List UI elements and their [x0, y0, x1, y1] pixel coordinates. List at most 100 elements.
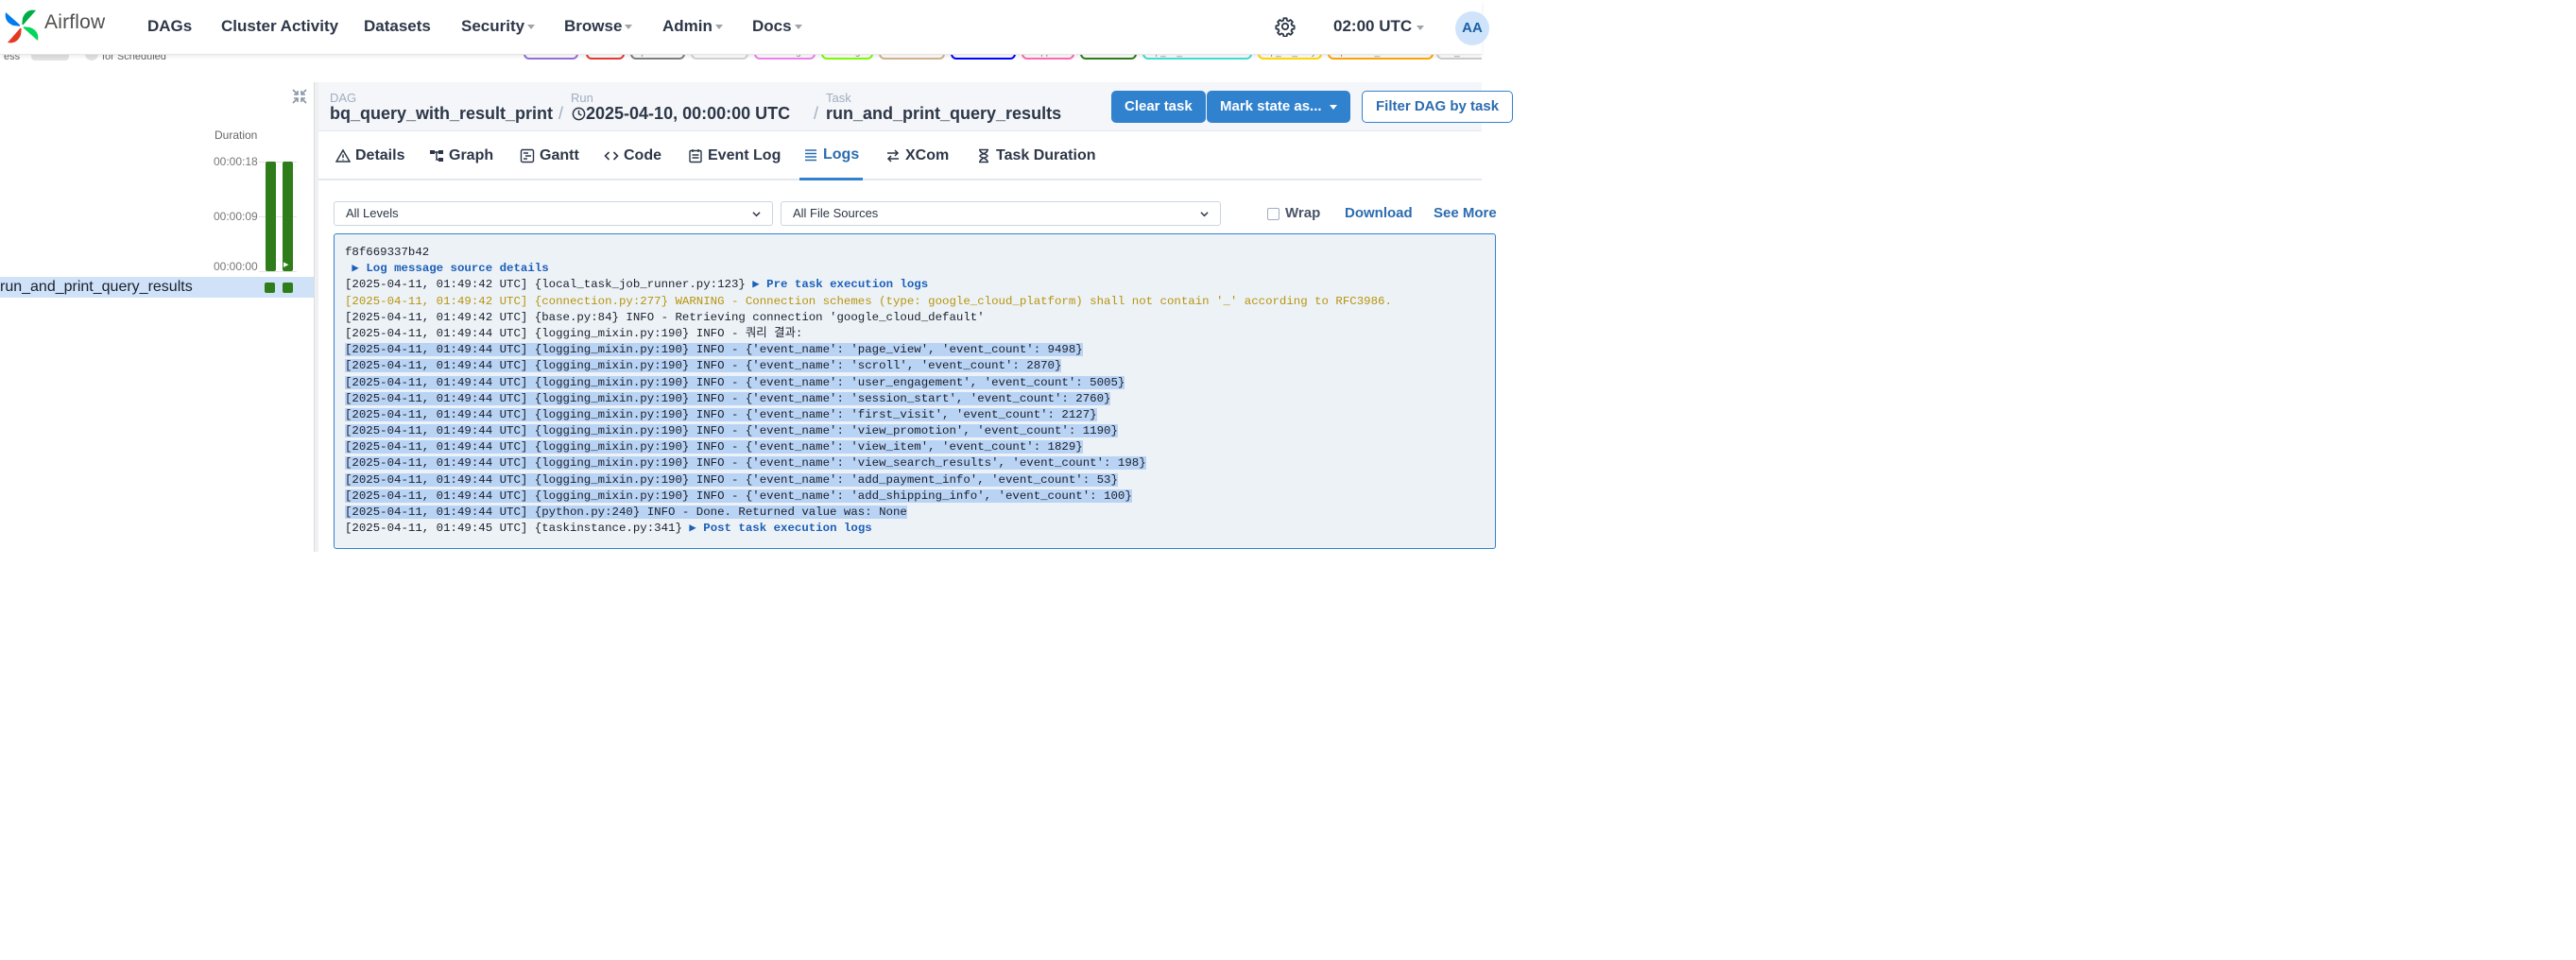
- log-line: [2025-04-11, 01:49:44 UTC] {logging_mixi…: [345, 439, 1392, 455]
- log-line: [2025-04-11, 01:49:44 UTC] {logging_mixi…: [345, 375, 1392, 391]
- filter-dag-button[interactable]: Filter DAG by task: [1362, 91, 1514, 123]
- log-line: ▶ Log message source details: [345, 261, 1392, 277]
- log-line-text: [2025-04-11, 01:49:44 UTC] {logging_mixi…: [345, 489, 1132, 503]
- duration-bar[interactable]: [283, 162, 293, 271]
- log-level-select[interactable]: All Levels: [334, 201, 773, 226]
- task-row[interactable]: run_and_print_query_results: [0, 277, 314, 298]
- log-line: [2025-04-11, 01:49:44 UTC] {logging_mixi…: [345, 455, 1392, 471]
- breadcrumb-task[interactable]: run_and_print_query_results: [826, 104, 1061, 124]
- tab-gantt-label: Gantt: [540, 147, 579, 163]
- breadcrumb-separator: /: [814, 104, 819, 123]
- nav-security-label: Security: [461, 17, 525, 35]
- log-viewer[interactable]: f8f669337b42 ▶ Log message source detail…: [334, 233, 1496, 549]
- log-line-text: [2025-04-11, 01:49:44 UTC] {logging_mixi…: [345, 472, 1118, 487]
- log-line-text: [2025-04-11, 01:49:42 UTC] {base.py:84} …: [345, 310, 985, 324]
- tab-gantt[interactable]: Gantt: [516, 131, 583, 180]
- duration-tick: 00:00:00: [214, 260, 258, 273]
- log-line: [2025-04-11, 01:49:44 UTC] {logging_mixi…: [345, 326, 1392, 342]
- tab-xcom[interactable]: XCom: [882, 131, 953, 180]
- breadcrumb-run-label: Run: [571, 91, 593, 105]
- tab-code[interactable]: Code: [600, 131, 665, 180]
- log-line-text: [2025-04-11, 01:49:44 UTC] {logging_mixi…: [345, 375, 1125, 389]
- nav-security[interactable]: Security: [461, 17, 536, 36]
- clear-task-button[interactable]: Clear task: [1111, 91, 1206, 123]
- log-line: [2025-04-11, 01:49:44 UTC] {logging_mixi…: [345, 472, 1392, 489]
- log-line-text: [2025-04-11, 01:49:44 UTC] {logging_mixi…: [345, 326, 803, 340]
- task-instance-square[interactable]: [283, 283, 293, 293]
- task-name[interactable]: run_and_print_query_results: [0, 279, 193, 296]
- mark-state-button[interactable]: Mark state as...: [1207, 91, 1350, 123]
- chevron-down-icon: [625, 25, 633, 30]
- nav-datasets[interactable]: Datasets: [364, 17, 431, 36]
- tab-bar: Details Graph Gantt Code Event Log Logs …: [318, 131, 1482, 180]
- nav-cluster-activity[interactable]: Cluster Activity: [221, 17, 338, 36]
- tab-logs-label: Logs: [823, 146, 860, 163]
- top-navbar: Airflow DAGs Cluster Activity Datasets S…: [0, 0, 1489, 55]
- duration-tick: 00:00:18: [214, 155, 258, 168]
- utc-clock[interactable]: 02:00 UTC: [1333, 17, 1412, 36]
- breadcrumb-run[interactable]: 2025-04-10, 00:00:00 UTC: [572, 104, 790, 124]
- avatar[interactable]: AA: [1455, 11, 1489, 45]
- breadcrumb-separator: /: [558, 104, 564, 123]
- log-line: [2025-04-11, 01:49:42 UTC] {connection.p…: [345, 294, 1392, 310]
- tab-logs[interactable]: Logs: [799, 131, 864, 180]
- log-line: [2025-04-11, 01:49:44 UTC] {python.py:24…: [345, 505, 1392, 521]
- play-icon: ▶: [283, 262, 289, 268]
- log-line-text: [2025-04-11, 01:49:44 UTC] {logging_mixi…: [345, 424, 1118, 438]
- brand-name: Airflow: [44, 11, 106, 33]
- nav-admin[interactable]: Admin: [662, 17, 723, 36]
- log-line-text: ▶ Log message source details: [345, 262, 549, 276]
- chevron-down-icon: [1329, 104, 1337, 110]
- tab-task-duration-label: Task Duration: [996, 147, 1096, 163]
- graph-icon: [430, 150, 443, 162]
- log-lines: f8f669337b42 ▶ Log message source detail…: [345, 245, 1392, 537]
- warning-triangle-icon: [335, 148, 351, 163]
- nav-docs[interactable]: Docs: [752, 17, 802, 36]
- chevron-down-icon[interactable]: [1417, 26, 1424, 30]
- code-icon: [604, 151, 619, 161]
- nav-browse-label: Browse: [564, 17, 623, 35]
- duration-tick: 00:00:09: [214, 210, 258, 223]
- wrap-checkbox[interactable]: [1267, 208, 1279, 220]
- log-line-text: f8f669337b42: [345, 246, 430, 259]
- duration-bar[interactable]: [266, 162, 276, 271]
- duration-label: Duration: [215, 129, 258, 142]
- breadcrumb-dag-label: DAG: [330, 91, 357, 105]
- log-line: [2025-04-11, 01:49:44 UTC] {logging_mixi…: [345, 391, 1392, 407]
- log-line-text: [2025-04-11, 01:49:44 UTC] {logging_mixi…: [345, 440, 1083, 454]
- tab-task-duration[interactable]: Task Duration: [972, 131, 1100, 180]
- collapse-icon[interactable]: [291, 88, 308, 105]
- log-line: [2025-04-11, 01:49:44 UTC] {logging_mixi…: [345, 407, 1392, 423]
- task-instance-square[interactable]: [265, 283, 275, 293]
- nav-browse[interactable]: Browse: [564, 17, 633, 36]
- log-line: [2025-04-11, 01:49:44 UTC] {logging_mixi…: [345, 423, 1392, 439]
- log-line-text: [2025-04-11, 01:49:44 UTC] {logging_mixi…: [345, 391, 1111, 405]
- wrap-label[interactable]: Wrap: [1285, 205, 1320, 221]
- tab-xcom-label: XCom: [905, 147, 950, 163]
- log-line: [2025-04-11, 01:49:44 UTC] {logging_mixi…: [345, 489, 1392, 505]
- log-line: [2025-04-11, 01:49:42 UTC] {base.py:84} …: [345, 310, 1392, 326]
- tab-graph[interactable]: Graph: [425, 131, 497, 180]
- gridline: [259, 271, 297, 272]
- tab-details[interactable]: Details: [332, 131, 408, 180]
- file-source-select[interactable]: All File Sources: [781, 201, 1221, 226]
- log-line: [2025-04-11, 01:49:45 UTC] {taskinstance…: [345, 521, 1392, 537]
- log-line-text: [2025-04-11, 01:49:42 UTC] {connection.p…: [345, 294, 1392, 308]
- log-line-text: [2025-04-11, 01:49:44 UTC] {logging_mixi…: [345, 456, 1146, 471]
- airflow-logo[interactable]: Airflow: [2, 4, 105, 49]
- see-more-button[interactable]: See More: [1434, 205, 1497, 221]
- file-source-value: All File Sources: [793, 206, 879, 220]
- gear-icon[interactable]: [1275, 16, 1296, 37]
- nav-dags[interactable]: DAGs: [147, 17, 192, 36]
- download-button[interactable]: Download: [1345, 205, 1413, 221]
- log-line: [2025-04-11, 01:49:44 UTC] {logging_mixi…: [345, 358, 1392, 374]
- tab-event-log[interactable]: Event Log: [684, 131, 784, 180]
- breadcrumb-dag[interactable]: bq_query_with_result_print: [330, 104, 553, 124]
- breadcrumb-task-label: Task: [826, 91, 851, 105]
- airflow-pinwheel-icon: [5, 9, 39, 43]
- details-panel: DAG bq_query_with_result_print / Run 202…: [318, 82, 1514, 552]
- expand-log-group-link[interactable]: ▶ Pre task execution logs: [752, 278, 928, 291]
- expand-log-group-link[interactable]: ▶ Post task execution logs: [689, 522, 871, 535]
- log-level-value: All Levels: [346, 206, 399, 220]
- chevron-down-icon: [794, 25, 802, 30]
